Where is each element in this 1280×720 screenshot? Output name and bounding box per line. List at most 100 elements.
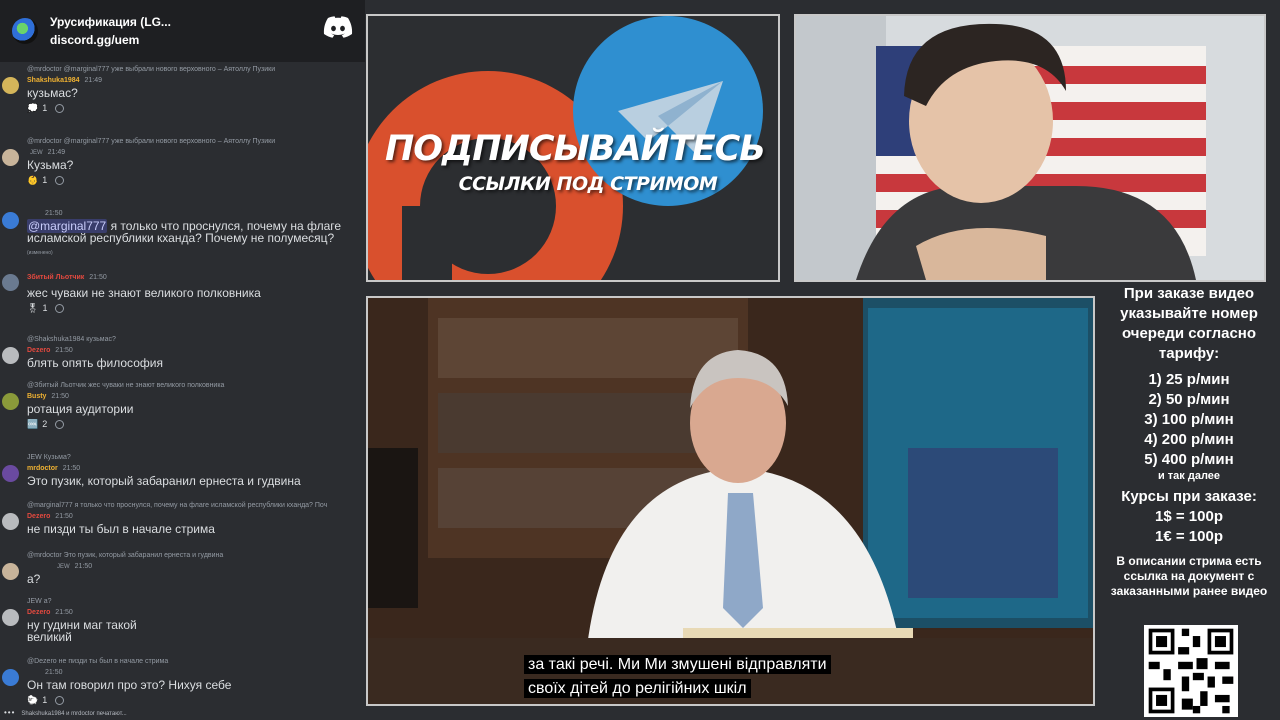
username[interactable]: Dezero (27, 513, 50, 520)
emoji-icon: 🎖 (27, 302, 39, 313)
avatar[interactable] (2, 393, 19, 410)
price-item: 5) 400 р/мин (1144, 451, 1234, 468)
info-heading: При заказе видео указывайте номер очеред… (1120, 285, 1258, 362)
username[interactable]: Busty (27, 393, 46, 400)
description-note: В описании стрима есть ссылка на докумен… (1110, 554, 1268, 598)
edited-label: (изменено) (27, 250, 53, 256)
username[interactable]: mrdoctor (27, 465, 58, 472)
message-list: @mrdoctor @marginal777 уже выбрали новог… (0, 64, 365, 705)
price-item: 4) 200 р/мин (1144, 431, 1234, 448)
username[interactable]: Dezero (27, 609, 50, 616)
qr-code-icon[interactable] (1144, 625, 1238, 717)
price-item: 1) 25 р/мин (1148, 371, 1230, 388)
and-more-text: и так далее (1157, 470, 1221, 482)
reaction-bar: 🆒 2 (27, 417, 359, 431)
price-item: 2) 50 р/мин (1148, 391, 1230, 408)
timestamp: 21:50 (55, 347, 73, 354)
reaction-bar: 🎖 1 (27, 301, 359, 315)
avatar[interactable] (2, 149, 19, 166)
chat-message[interactable]: @mrdoctor @marginal777 уже выбрали новог… (0, 64, 365, 136)
timestamp: 21:50 (62, 465, 81, 472)
chat-message[interactable]: 21:50 @marginal777 я только что проснулс… (0, 208, 365, 272)
message-text: а? (27, 572, 41, 586)
emoji-icon: 💭 (27, 102, 39, 113)
reply-preview[interactable]: @mrdoctor Это пузик, который забаранил е… (27, 550, 359, 561)
server-name: Урусификация (LG... (50, 15, 171, 29)
user-tag: JEW (30, 150, 43, 156)
typing-dots-icon: ••• (4, 708, 16, 717)
chat-message[interactable]: @Dezero не пизди ты был в начале стрима … (0, 656, 365, 705)
reply-preview[interactable]: @Shakshuka1984 кузьмас? (27, 334, 359, 345)
avatar[interactable] (2, 347, 19, 364)
server-icon (12, 18, 38, 44)
chat-message[interactable]: @mrdoctor Это пузик, который забаранил е… (0, 550, 365, 596)
reply-preview[interactable]: @marginal777 я только что проснулся, поч… (27, 500, 359, 511)
chat-message[interactable]: @mrdoctor @marginal777 уже выбрали новог… (0, 136, 365, 208)
avatar[interactable] (2, 212, 19, 229)
username[interactable]: Shakshuka1984 (27, 77, 80, 84)
add-reaction-icon[interactable] (55, 103, 65, 113)
price-item: 3) 100 р/мин (1144, 411, 1234, 428)
timestamp: 21:49 (84, 77, 103, 84)
avatar[interactable] (2, 465, 19, 482)
username[interactable]: Збитый Льотчик (27, 274, 84, 281)
chat-message[interactable]: @Збитый Льотчик жес чуваки не знают вели… (0, 380, 365, 452)
avatar[interactable] (2, 669, 19, 686)
reaction[interactable]: 💭 1 (27, 103, 47, 114)
typing-indicator: ••• Shakshuka1984 и mrdoctor печатают... (4, 708, 127, 717)
reaction-count: 2 (42, 419, 48, 429)
reply-preview[interactable]: @Збитый Льотчик жес чуваки не знают вели… (27, 380, 359, 391)
chat-header: Урусификация (LG... discord.gg/uem (0, 0, 365, 62)
avatar[interactable] (2, 513, 19, 530)
reaction[interactable]: 🆒 2 (27, 419, 47, 430)
reaction[interactable]: 🎖 1 (27, 303, 47, 314)
add-reaction-icon[interactable] (55, 695, 65, 705)
timestamp: 21:50 (55, 513, 73, 520)
reaction[interactable]: 👶 1 (27, 175, 47, 186)
course-item: 1$ = 100р (1155, 508, 1223, 525)
reply-preview[interactable]: @mrdoctor @marginal777 уже выбрали новог… (27, 64, 359, 75)
add-reaction-icon[interactable] (55, 303, 65, 313)
reply-preview[interactable]: JEW Кузьма? (27, 452, 359, 463)
promo-banner: ПОДПИСЫВАЙТЕСЬ ССЫЛКИ ПОД СТРИМОМ (366, 14, 780, 282)
timestamp: 21:49 (47, 149, 66, 156)
avatar[interactable] (2, 274, 19, 291)
message-text: жес чуваки не знают великого полковника (27, 286, 261, 300)
subtitle-text: за такі речі. Ми Ми змушені відправляти (524, 655, 831, 674)
avatar[interactable] (2, 563, 19, 580)
add-reaction-icon[interactable] (55, 175, 65, 185)
emoji-icon: 🆒 (27, 418, 39, 429)
message-text: блять опять философия (27, 356, 163, 370)
message-text: Это пузик, который забаранил ернеста и г… (27, 474, 301, 488)
subtitle-line-1: за такі речі. Ми Ми змушені відправляти (368, 655, 1093, 674)
chat-message[interactable]: @Shakshuka1984 кузьмас? Dezero 21:50 бля… (0, 334, 365, 380)
reply-preview[interactable]: JEW а? (27, 596, 359, 607)
reaction-count: 1 (42, 695, 48, 705)
message-text: Кузьма? (27, 158, 74, 172)
emoji-icon: 👶 (27, 174, 39, 185)
reaction-bar: 💭 1 (27, 101, 359, 115)
reply-preview[interactable]: @mrdoctor @marginal777 уже выбрали новог… (27, 136, 359, 147)
discord-chat-panel: Урусификация (LG... discord.gg/uem @mrdo… (0, 0, 365, 720)
reaction[interactable]: 🐑 1 (27, 695, 47, 706)
avatar[interactable] (2, 77, 19, 94)
order-info-panel: При заказе видео указывайте номер очеред… (1098, 283, 1280, 720)
avatar[interactable] (2, 609, 19, 626)
chat-message[interactable]: @marginal777 я только что проснулся, поч… (0, 500, 365, 550)
timestamp: 21:50 (45, 210, 63, 217)
promo-subtitle: ССЫЛКИ ПОД СТРИМОМ (458, 173, 718, 195)
chat-message[interactable]: JEW Кузьма? mrdoctor 21:50 Это пузик, ко… (0, 452, 365, 500)
username[interactable]: Dezero (27, 347, 50, 354)
reply-preview[interactable]: @Dezero не пизди ты был в начале стрима (27, 656, 359, 667)
video-frame (368, 298, 1093, 704)
timestamp: 21:50 (51, 393, 69, 400)
timestamp: 21:50 (45, 669, 63, 676)
chat-message[interactable]: JEW а? Dezero 21:50 ну гудини маг такой … (0, 596, 365, 656)
chat-message[interactable]: Збитый Льотчик 21:50 жес чуваки не знают… (0, 272, 365, 334)
invite-link[interactable]: discord.gg/uem (50, 33, 171, 47)
discord-logo-icon (323, 16, 353, 38)
main-video: за такі речі. Ми Ми змушені відправляти … (366, 296, 1095, 706)
reaction-count: 1 (42, 303, 48, 313)
timestamp: 21:50 (74, 563, 93, 570)
add-reaction-icon[interactable] (55, 419, 65, 429)
